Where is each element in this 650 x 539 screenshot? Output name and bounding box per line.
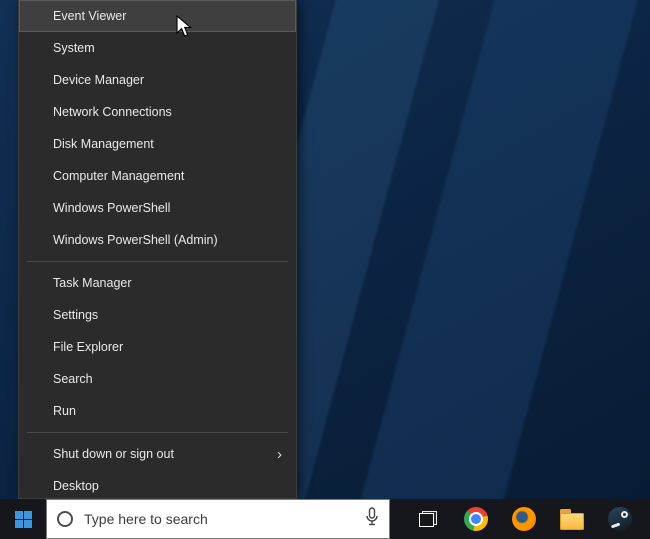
taskbar-search[interactable] [46,499,390,539]
menu-item-file-explorer[interactable]: File Explorer [19,331,296,363]
menu-item-label: Run [53,404,76,418]
steam-taskbar-button[interactable] [596,499,644,539]
menu-item-label: Device Manager [53,73,145,87]
menu-item-event-viewer[interactable]: Event Viewer [19,0,296,32]
file-explorer-taskbar-button[interactable] [548,499,596,539]
menu-item-label: Task Manager [53,276,132,290]
menu-item-label: Event Viewer [53,9,127,23]
menu-item-label: Disk Management [53,137,154,151]
cortana-circle-icon [57,511,73,527]
file-explorer-icon [560,508,584,530]
menu-item-label: System [53,41,95,55]
taskbar [0,499,650,539]
submenu-chevron-icon: › [277,445,282,463]
menu-item-network-connections[interactable]: Network Connections [19,96,296,128]
search-input[interactable] [82,510,359,528]
menu-item-windows-powershell-admin[interactable]: Windows PowerShell (Admin) [19,224,296,256]
menu-item-task-manager[interactable]: Task Manager [19,267,296,299]
menu-item-label: Settings [53,308,99,322]
menu-item-label: Computer Management [53,169,185,183]
menu-item-label: Windows PowerShell [53,201,171,215]
menu-item-computer-management[interactable]: Computer Management [19,160,296,192]
menu-item-shut-down-or-sign-out[interactable]: Shut down or sign out › [19,438,296,470]
menu-item-label: Network Connections [53,105,172,119]
menu-item-device-manager[interactable]: Device Manager [19,64,296,96]
start-button[interactable] [0,499,46,539]
menu-separator [27,261,288,262]
menu-item-run[interactable]: Run [19,395,296,427]
winx-context-menu: Event Viewer System Device Manager Netwo… [18,0,297,499]
microphone-icon[interactable] [365,506,379,532]
chrome-icon [464,507,488,531]
menu-item-label: Search [53,372,93,386]
taskbar-icons [404,499,644,539]
menu-item-windows-powershell[interactable]: Windows PowerShell [19,192,296,224]
menu-separator [27,432,288,433]
menu-item-label: Shut down or sign out [53,447,174,461]
steam-icon [608,507,632,531]
menu-item-label: Desktop [53,479,99,493]
menu-item-disk-management[interactable]: Disk Management [19,128,296,160]
task-view-icon [419,511,437,527]
task-view-button[interactable] [404,499,452,539]
menu-item-system[interactable]: System [19,32,296,64]
menu-item-label: File Explorer [53,340,124,354]
firefox-icon [512,507,536,531]
menu-item-search[interactable]: Search [19,363,296,395]
start-icon [14,510,32,528]
firefox-taskbar-button[interactable] [500,499,548,539]
menu-item-settings[interactable]: Settings [19,299,296,331]
menu-item-desktop[interactable]: Desktop [19,470,296,502]
menu-item-label: Windows PowerShell (Admin) [53,233,218,247]
chrome-taskbar-button[interactable] [452,499,500,539]
